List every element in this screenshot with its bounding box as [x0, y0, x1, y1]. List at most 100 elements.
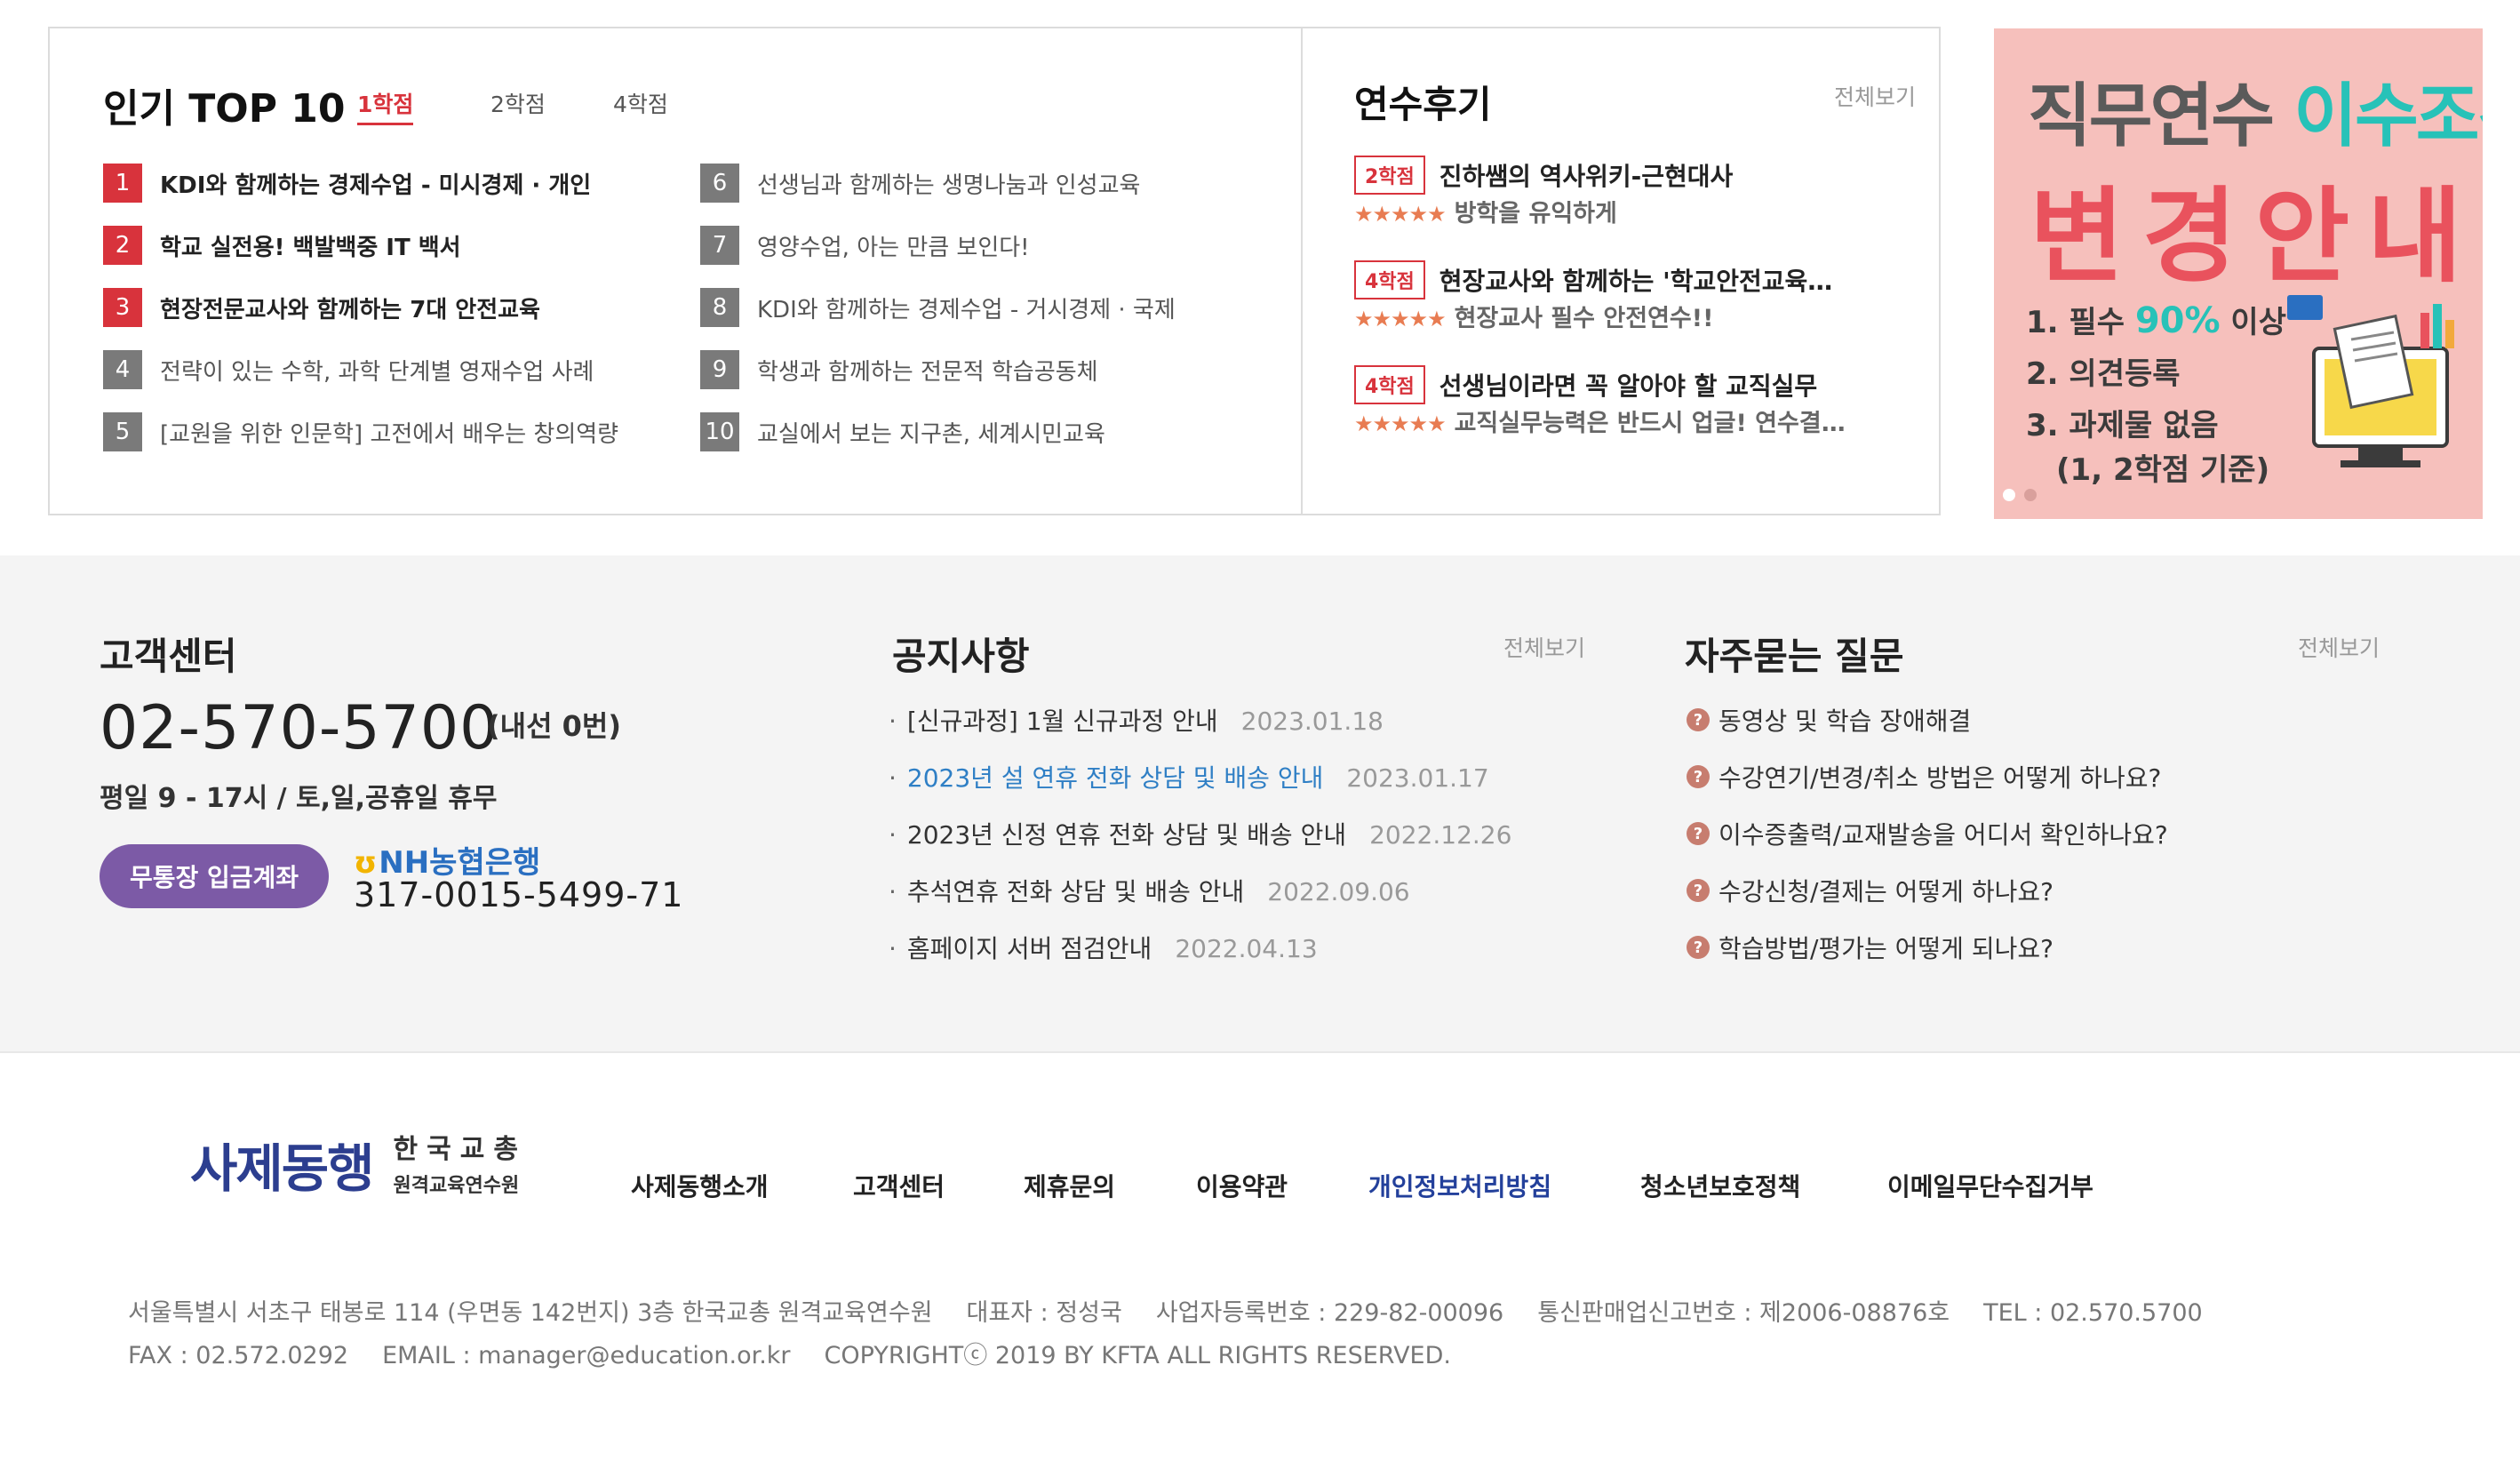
notice-item[interactable]: · 2023년 신정 연휴 전화 상담 및 배송 안내 2022.12.26 [889, 816, 1511, 851]
popular-item[interactable]: 5 [교원을 위한 인문학] 고전에서 배우는 창의역량 [103, 412, 618, 451]
popular-item[interactable]: 10 교실에서 보는 지구촌, 세계시민교육 [700, 412, 1105, 451]
popular-item-label: 학생과 함께하는 전문적 학습공동체 [757, 358, 1098, 386]
rating-stars-icon: ★★★★★ [1354, 411, 1447, 436]
question-icon: ? [1687, 765, 1710, 788]
banner-subheadline: 변경안내 [2030, 177, 2480, 297]
notice-item[interactable]: · [신규과정] 1월 신규과정 안내 2023.01.18 [889, 702, 1384, 738]
popular-item-label: 학교 실전용! 백발백중 IT 백서 [160, 234, 461, 261]
review-course-name: 선생님이라면 꼭 알아야 할 교직실무 [1439, 371, 1818, 401]
popular-item[interactable]: 6 선생님과 함께하는 생명나눔과 인성교육 [700, 164, 1140, 203]
footer-link-terms[interactable]: 이용약관 [1196, 1168, 1288, 1203]
bank-transfer-button[interactable]: 무통장 입금계좌 [100, 844, 329, 908]
popular-item-label: 영양수업, 아는 만큼 보인다! [757, 234, 1030, 261]
question-icon: ? [1687, 708, 1710, 731]
popular-item[interactable]: 8 KDI와 함께하는 경제수업 - 거시경제 · 국제 [700, 288, 1176, 327]
popular-title: 인기 TOP 10 [103, 86, 346, 132]
footer-link-email-refusal[interactable]: 이메일무단수집거부 [1887, 1168, 2093, 1203]
customer-center-title: 고객센터 [100, 635, 237, 678]
footer-email: EMAIL : manager@education.or.kr [382, 1342, 791, 1369]
popular-item-label: 전략이 있는 수학, 과학 단계별 영재수업 사례 [160, 358, 594, 386]
tab-4-credit[interactable]: 4학점 [613, 87, 668, 119]
footer-tel: TEL : 02.570.5700 [1983, 1299, 2203, 1327]
popular-item-label: 교실에서 보는 지구촌, 세계시민교육 [757, 420, 1105, 448]
faq-item[interactable]: ? 동영상 및 학습 장애해결 [1687, 702, 1971, 738]
footer-biz-no: 사업자등록번호 : 229-82-00096 [1155, 1299, 1504, 1327]
notices-more-link[interactable]: 전체보기 [1503, 631, 1585, 663]
review-course-name: 진하쌤의 역사위키-근현대사 [1439, 162, 1734, 191]
tab-2-credit[interactable]: 2학점 [490, 87, 546, 119]
footer-link-privacy[interactable]: 개인정보처리방침 [1368, 1168, 1551, 1203]
faq-item[interactable]: ? 수강신청/결제는 어떻게 하나요? [1687, 873, 2053, 908]
rating-stars-icon: ★★★★★ [1354, 307, 1447, 331]
faq-item[interactable]: ? 수강연기/변경/취소 방법은 어떻게 하나요? [1687, 759, 2161, 794]
footer-company-info: 서울특별시 서초구 태봉로 114 (우면동 142번지) 3층 한국교총 원격… [128, 1293, 2237, 1328]
panel-divider [1301, 28, 1303, 514]
footer-logo[interactable]: 사제동행 한국교총 원격교육연수원 [190, 1127, 527, 1202]
faq-more-link[interactable]: 전체보기 [2298, 631, 2380, 663]
rank-number: 5 [103, 412, 142, 451]
notice-item[interactable]: · 홈페이지 서버 점검안내 2022.04.13 [889, 930, 1318, 965]
review-course-name: 현장교사와 함께하는 '학교안전교육… [1439, 267, 1833, 296]
popular-item[interactable]: 9 학생과 함께하는 전문적 학습공동체 [700, 350, 1098, 389]
footer-address: 서울특별시 서초구 태봉로 114 (우면동 142번지) 3층 한국교총 원격… [128, 1299, 933, 1327]
credit-badge: 2학점 [1354, 156, 1425, 195]
rank-number: 4 [103, 350, 142, 389]
faq-item[interactable]: ? 학습방법/평가는 어떻게 되나요? [1687, 930, 2053, 965]
footer-fax: FAX : 02.572.0292 [128, 1342, 349, 1369]
popular-item[interactable]: 3 현장전문교사와 함께하는 7대 안전교육 [103, 288, 540, 327]
footer-link-youth-policy[interactable]: 청소년보호정책 [1640, 1168, 1800, 1203]
popular-item[interactable]: 4 전략이 있는 수학, 과학 단계별 영재수업 사례 [103, 350, 594, 389]
faq-item[interactable]: ? 이수증출력/교재발송을 어디서 확인하나요? [1687, 816, 2168, 851]
review-text: 방학을 유익하게 [1454, 201, 1617, 228]
popular-item-label: 현장전문교사와 함께하는 7대 안전교육 [160, 296, 540, 323]
review-item[interactable]: 2학점 진하쌤의 역사위키-근현대사 ★★★★★ 방학을 유익하게 [1354, 155, 1905, 228]
credit-badge: 4학점 [1354, 365, 1425, 404]
popular-item[interactable]: 2 학교 실전용! 백발백중 IT 백서 [103, 226, 461, 265]
bank-account-number: 317-0015-5499-71 [354, 875, 684, 914]
popular-item-label: 선생님과 함께하는 생명나눔과 인성교육 [757, 172, 1141, 199]
rank-number: 2 [103, 226, 142, 265]
customer-phone: 02-570-5700 [100, 693, 499, 763]
banner-headline: 직무연수 이수조건 [2028, 76, 2483, 156]
rating-stars-icon: ★★★★★ [1354, 202, 1447, 227]
review-text: 현장교사 필수 안전연수!! [1454, 306, 1714, 332]
footer-ceo: 대표자 : 정성국 [966, 1299, 1122, 1327]
business-hours: 평일 9 - 17시 / 토,일,공휴일 휴무 [100, 783, 498, 814]
review-item[interactable]: 4학점 현장교사와 함께하는 '학교안전교육… ★★★★★ 현장교사 필수 안전연… [1354, 259, 1905, 332]
banner-dot-active[interactable] [2003, 489, 2015, 501]
footer-link-customer-center[interactable]: 고객센터 [853, 1168, 945, 1203]
popular-item[interactable]: 1 KDI와 함께하는 경제수업 - 미시경제 · 개인 [103, 164, 591, 203]
rank-number: 3 [103, 288, 142, 327]
footer-copyright: COPYRIGHTⓒ 2019 BY KFTA ALL RIGHTS RESER… [824, 1342, 1451, 1369]
rank-number: 6 [700, 164, 739, 203]
banner-conditions: 1. 필수 90% 이상 2. 의견등록 3. 과제물 없음 (1, 2학점 기… [2026, 300, 2286, 488]
notice-item[interactable]: · 2023년 설 연휴 전화 상담 및 배송 안내 2023.01.17 [889, 759, 1489, 794]
review-text: 교직실무능력은 반드시 업글! 연수결… [1454, 411, 1846, 437]
reviews-more-link[interactable]: 전체보기 [1834, 80, 1916, 112]
popular-item-label: [교원을 위한 인문학] 고전에서 배우는 창의역량 [160, 420, 619, 448]
footer-contact-info: FAX : 02.572.0292 EMAIL : manager@educati… [128, 1336, 1485, 1370]
footer-mail-order-no: 통신판매업신고번호 : 제2006-08876호 [1537, 1299, 1950, 1327]
rank-number: 7 [700, 226, 739, 265]
notices-title: 공지사항 [892, 635, 1030, 678]
promo-banner[interactable]: 직무연수 이수조건 변경안내 1. 필수 90% 이상 2. 의견등록 3. 과… [1994, 28, 2483, 519]
banner-dot[interactable] [2024, 489, 2037, 501]
rank-number: 8 [700, 288, 739, 327]
review-item[interactable]: 4학점 선생님이라면 꼭 알아야 할 교직실무 ★★★★★ 교직실무능력은 반드시… [1354, 364, 1905, 437]
rank-number: 9 [700, 350, 739, 389]
question-icon: ? [1687, 822, 1710, 845]
footer-link-about[interactable]: 사제동행소개 [631, 1168, 769, 1203]
faq-title: 자주묻는 질문 [1685, 635, 1904, 678]
document-illustration-icon [2287, 295, 2454, 467]
footer-link-partnership[interactable]: 제휴문의 [1024, 1168, 1115, 1203]
credit-badge: 4학점 [1354, 260, 1425, 299]
popular-item-label: KDI와 함께하는 경제수업 - 거시경제 · 국제 [757, 296, 1176, 323]
reviews-title: 연수후기 [1354, 83, 1492, 126]
rank-number: 1 [103, 164, 142, 203]
popular-item-label: KDI와 함께하는 경제수업 - 미시경제 · 개인 [160, 172, 592, 199]
popular-item[interactable]: 7 영양수업, 아는 만큼 보인다! [700, 226, 1030, 265]
question-icon: ? [1687, 879, 1710, 902]
notice-item[interactable]: · 추석연휴 전화 상담 및 배송 안내 2022.09.06 [889, 873, 1410, 908]
tab-1-credit[interactable]: 1학점 [357, 87, 414, 125]
phone-extension: (내선 0번) [487, 709, 621, 743]
